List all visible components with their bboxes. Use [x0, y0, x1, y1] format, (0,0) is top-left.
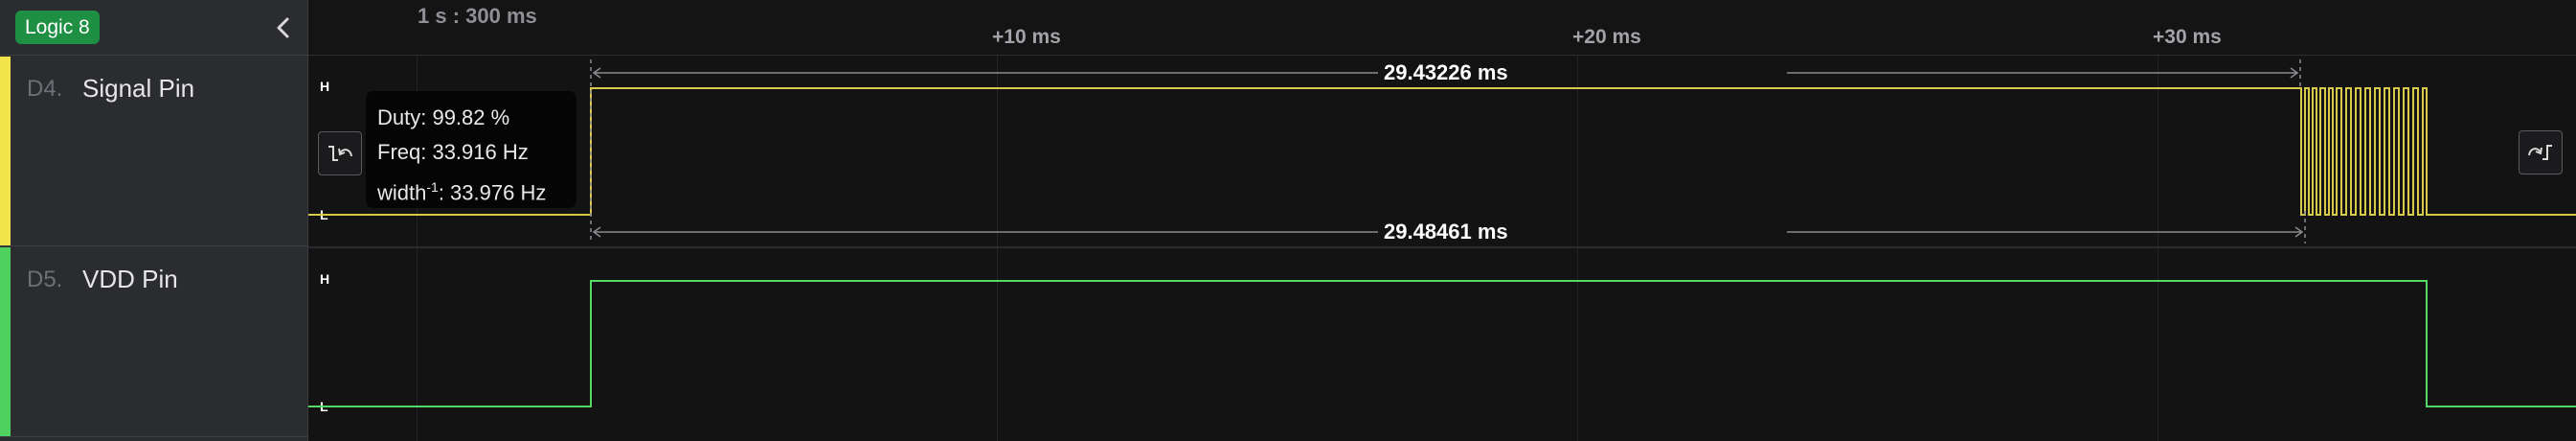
- next-edge-icon: [2528, 145, 2552, 160]
- channel-name[interactable]: Signal Pin: [82, 74, 194, 104]
- measurement-tooltip: Duty: 99.82 % Freq: 33.916 Hz width-1: 3…: [366, 91, 576, 208]
- waveform-view[interactable]: 1 s : 300 ms +10 ms +20 ms +30 ms H L H …: [308, 0, 2576, 441]
- channel-color-strip: [0, 247, 11, 436]
- channel-panel: Logic 8 D4. Signal Pin D5. VDD Pin: [0, 0, 308, 441]
- device-badge[interactable]: Logic 8: [15, 11, 100, 44]
- previous-edge-icon: [328, 146, 352, 161]
- chevron-left-icon: [277, 17, 289, 38]
- next-edge-button[interactable]: [2519, 130, 2563, 174]
- pulse-width-measurement-upper[interactable]: 29.43226 ms: [1378, 60, 1514, 85]
- channel-color-strip: [0, 57, 11, 245]
- channel-index: D4.: [27, 76, 63, 102]
- channel-row-d4[interactable]: D4. Signal Pin: [0, 57, 308, 246]
- inverse-width-value: width-1: 33.976 Hz: [377, 179, 547, 205]
- vdd-pin-waveform: [308, 280, 2576, 407]
- signal-pin-waveform: [308, 87, 2576, 216]
- measurement-markers: [590, 59, 2306, 244]
- device-header: Logic 8: [0, 0, 308, 56]
- pulse-width-measurement-lower[interactable]: 29.48461 ms: [1378, 220, 1514, 244]
- channel-row-d5[interactable]: D5. VDD Pin: [0, 247, 308, 437]
- collapse-panel-button[interactable]: [268, 12, 299, 44]
- channel-index: D5.: [27, 267, 63, 292]
- frequency-value: Freq: 33.916 Hz: [377, 140, 529, 164]
- channel-name[interactable]: VDD Pin: [82, 265, 178, 294]
- duty-cycle-value: Duty: 99.82 %: [377, 105, 510, 129]
- logic-analyzer-window: Logic 8 D4. Signal Pin D5. VDD Pin 1 s :…: [0, 0, 2576, 441]
- previous-edge-button[interactable]: [318, 131, 362, 175]
